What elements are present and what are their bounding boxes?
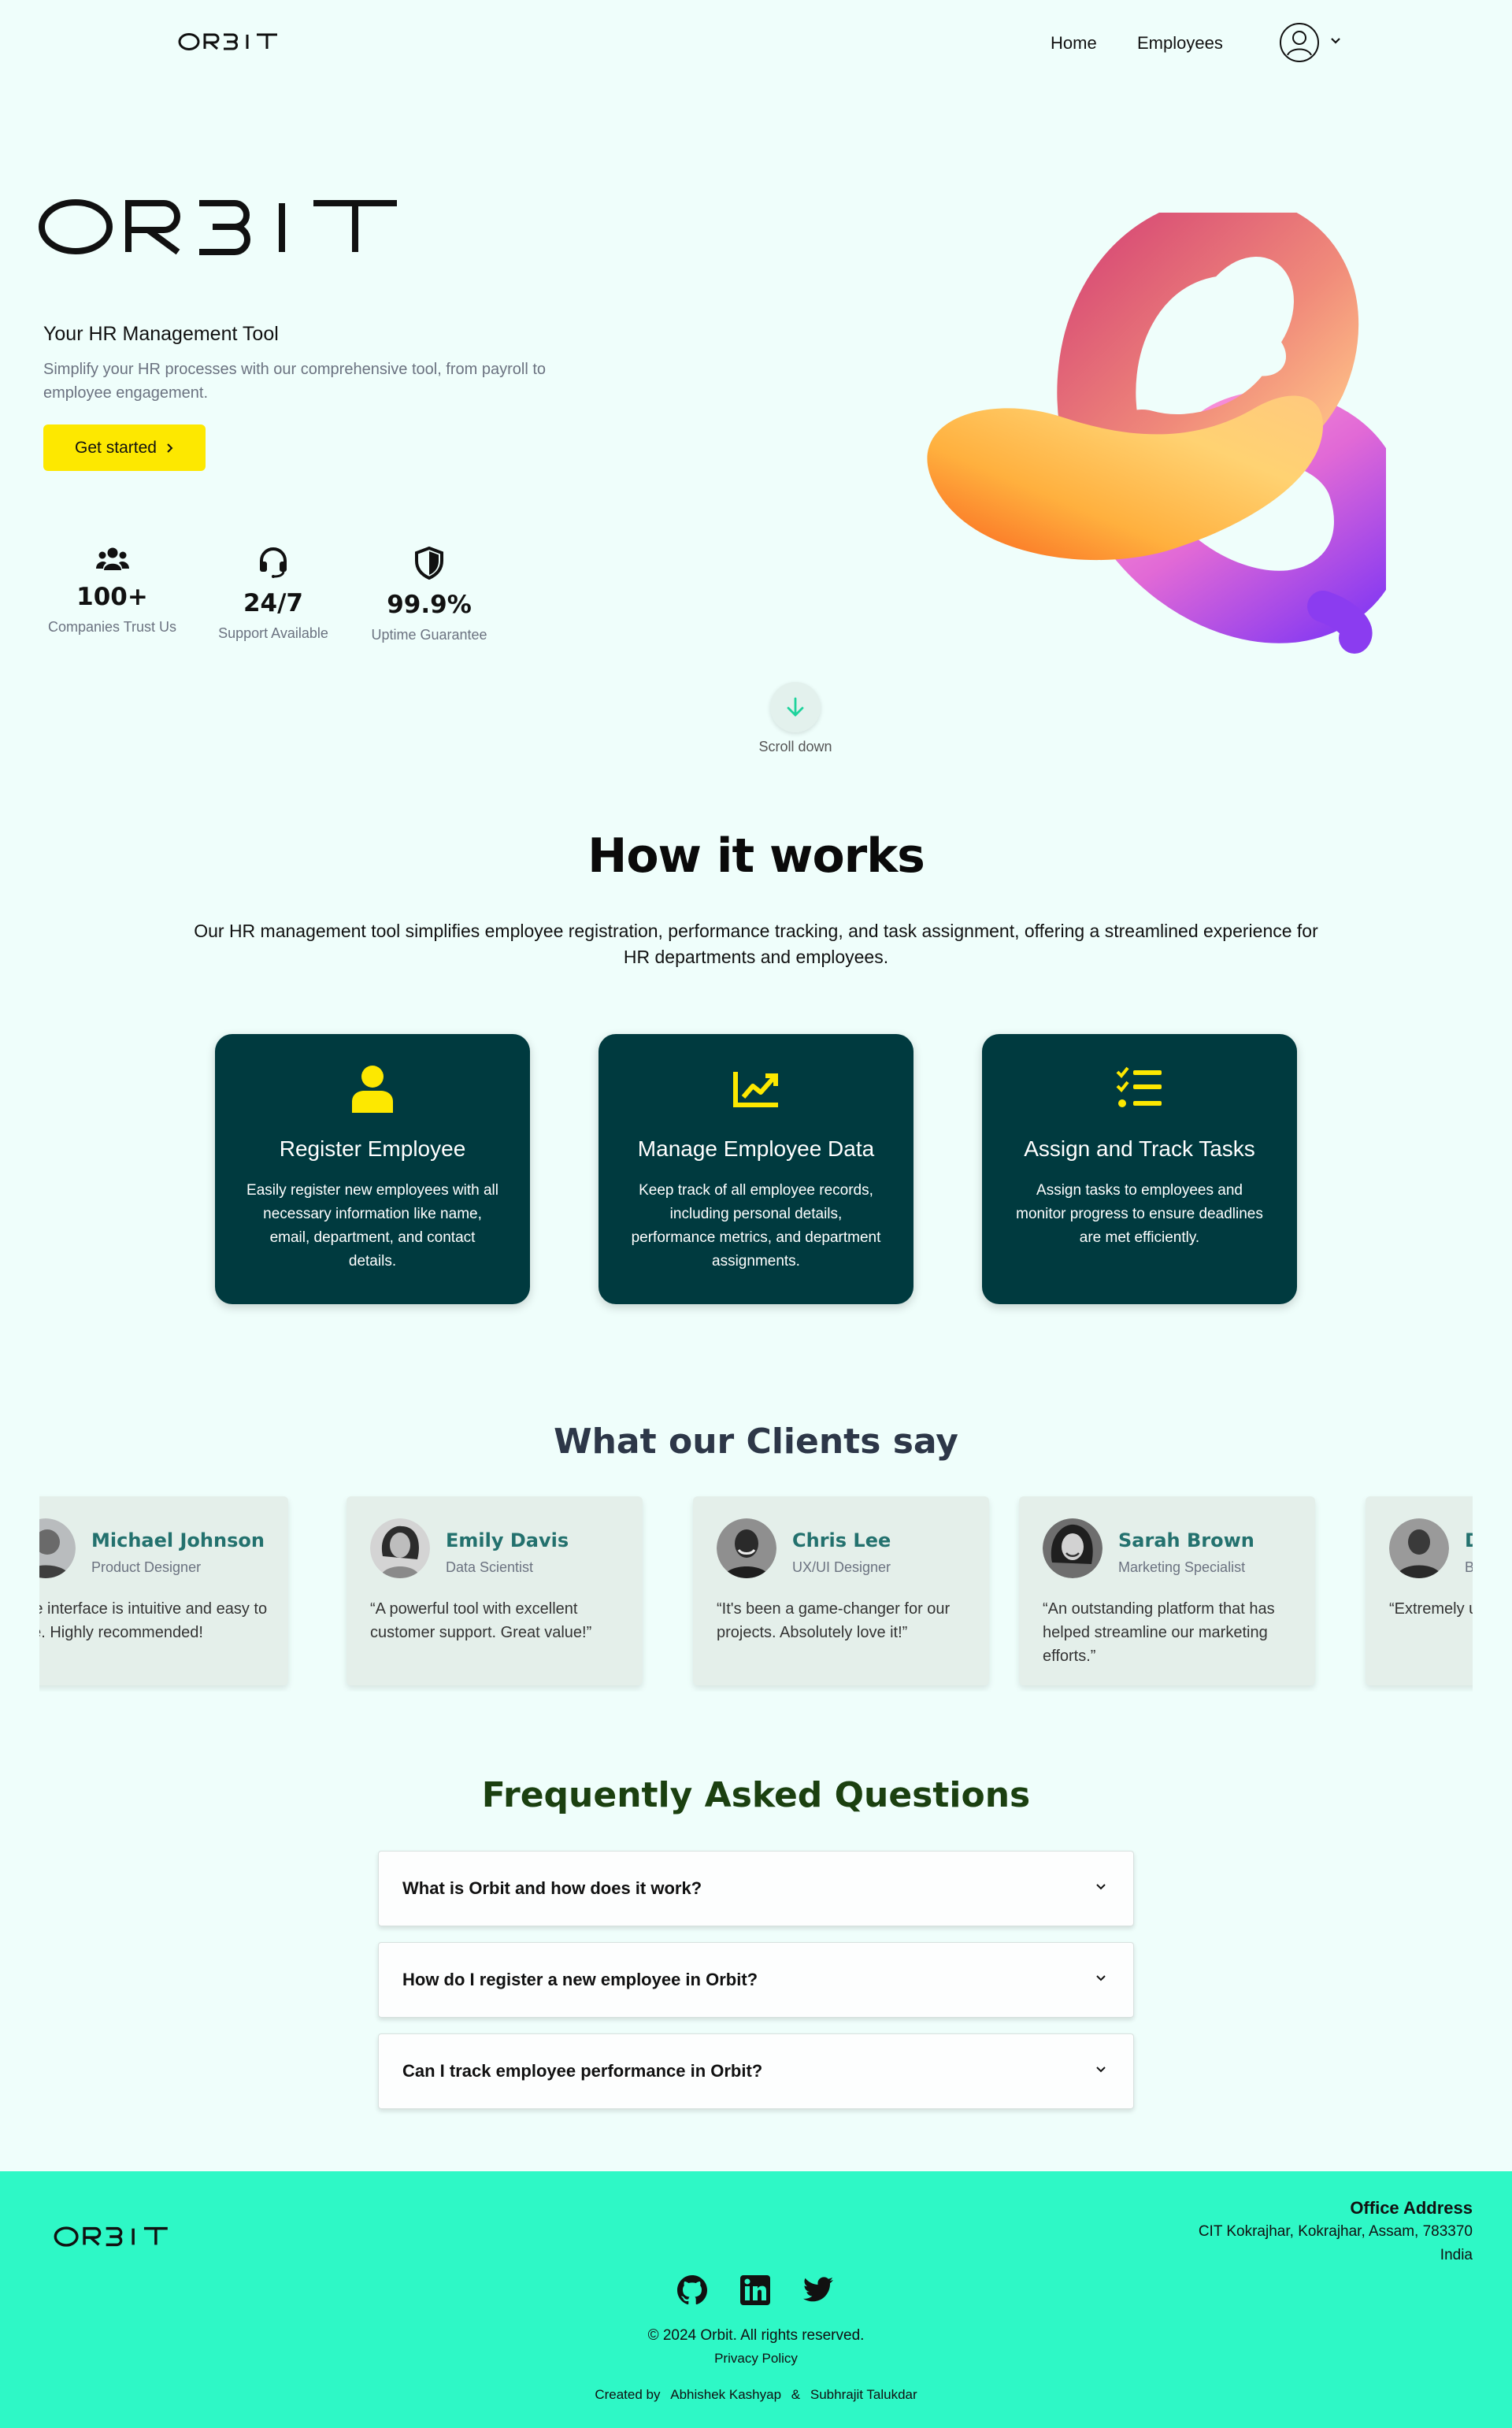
footer-orbit-logo[interactable] <box>54 2225 175 2248</box>
testimonial-card: Chris Lee UX/UI Designer “It's been a ga… <box>693 1496 989 1685</box>
feature-card-title: Register Employee <box>279 1136 466 1161</box>
faq-item[interactable]: Can I track employee performance in Orbi… <box>378 2033 1134 2109</box>
testimonial-role: Product Designer <box>91 1559 202 1575</box>
testimonial-quote: The interface is intuitive and easy to u… <box>39 1600 268 1641</box>
orbit-logo[interactable] <box>178 32 284 52</box>
faq-item[interactable]: What is Orbit and how does it work? <box>378 1851 1134 1926</box>
scroll-down-label: Scroll down <box>758 739 832 754</box>
nav-link-employees[interactable]: Employees <box>1137 33 1223 54</box>
faq-title: Frequently Asked Questions <box>481 1775 1031 1815</box>
task-list-icon <box>1116 1066 1162 1107</box>
testimonial-role: B <box>1465 1559 1473 1575</box>
stat-value: 100+ <box>76 583 148 611</box>
users-icon <box>95 547 129 570</box>
clients-title: What our Clients say <box>554 1422 958 1462</box>
office-address-country: India <box>1440 2247 1473 2263</box>
testimonial-card: Sarah Brown Marketing Specialist “An out… <box>1019 1496 1315 1685</box>
testimonial-card: Michael Johnson Product Designer The int… <box>39 1496 288 1685</box>
avatar <box>39 1518 76 1578</box>
testimonial-name: Emily Davis <box>446 1529 569 1551</box>
feature-card-manage: Manage Employee Data Keep track of all e… <box>598 1034 914 1304</box>
testimonial-name: Michael Johnson <box>91 1529 265 1551</box>
hero-orbit-logo <box>39 199 397 255</box>
chart-line-icon <box>733 1072 778 1107</box>
copyright-text: © 2024 Orbit. All rights reserved. <box>647 2327 865 2344</box>
office-address-line: CIT Kokrajhar, Kokrajhar, Assam, 783370 <box>1198 2223 1473 2240</box>
privacy-policy-link[interactable]: Privacy Policy <box>0 2351 1512 2367</box>
stat-label: Support Available <box>218 625 328 641</box>
testimonial-quote: “An outstanding platform that has helped… <box>1043 1600 1275 1665</box>
hero-3d-knot-illustration <box>927 213 1386 654</box>
avatar <box>370 1518 430 1578</box>
chevron-down-icon <box>1096 2067 1106 2073</box>
user-icon <box>352 1066 393 1113</box>
testimonials-carousel[interactable]: Michael Johnson Product Designer The int… <box>39 1493 1473 1692</box>
author-link[interactable]: Subhrajit Talukdar <box>810 2387 917 2402</box>
github-icon[interactable] <box>676 2274 709 2307</box>
stat-label: Companies Trust Us <box>47 619 177 635</box>
hero-description: Simplify your HR processes with our comp… <box>43 361 547 402</box>
stat-label: Uptime Guarantee <box>371 627 487 643</box>
credits-separator: & <box>791 2387 801 2402</box>
get-started-label: Get started <box>75 438 157 457</box>
twitter-icon[interactable] <box>802 2274 835 2307</box>
feature-card-text: Assign tasks to employees and monitor pr… <box>1016 1182 1263 1246</box>
how-it-works-title: How it works <box>587 828 925 884</box>
stat-value: 24/7 <box>243 589 304 617</box>
hero-subtitle: Your HR Management Tool <box>43 323 279 345</box>
testimonial-name: D <box>1465 1529 1473 1551</box>
testimonial-quote: “A powerful tool with excellent customer… <box>370 1600 592 1641</box>
testimonial-name: Sarah Brown <box>1118 1529 1254 1551</box>
faq-question: What is Orbit and how does it work? <box>402 1878 702 1898</box>
arrow-down-icon <box>787 697 804 717</box>
avatar <box>717 1518 776 1578</box>
nav-link-home[interactable]: Home <box>1051 33 1097 54</box>
user-circle-icon[interactable] <box>1279 22 1320 63</box>
faq-question: How do I register a new employee in Orbi… <box>402 1970 758 1989</box>
feature-card-tasks: Assign and Track Tasks Assign tasks to e… <box>982 1034 1297 1304</box>
linkedin-icon[interactable] <box>739 2274 772 2307</box>
feature-card-text: Keep track of all employee records, incl… <box>631 1182 881 1270</box>
testimonial-quote: “Extremely use. It has we work.” <box>1389 1600 1473 1618</box>
credits: Created by Abhishek Kashyap & Subhrajit … <box>0 2387 1512 2403</box>
feature-card-register: Register Employee Easily register new em… <box>215 1034 530 1304</box>
credits-prefix: Created by <box>595 2387 661 2402</box>
stat-uptime: 99.9% Uptime Guarantee <box>365 547 494 643</box>
shield-icon <box>415 547 443 580</box>
stat-companies: 100+ Companies Trust Us <box>43 547 181 636</box>
scroll-down-button[interactable] <box>770 682 821 732</box>
chevron-down-icon <box>1096 1884 1106 1890</box>
get-started-button[interactable]: Get started <box>43 424 206 471</box>
avatar <box>1389 1518 1449 1578</box>
feature-card-text: Easily register new employees with all n… <box>246 1182 498 1270</box>
testimonial-name: Chris Lee <box>792 1529 891 1551</box>
stat-value: 99.9% <box>387 591 472 619</box>
testimonial-card: D B “Extremely use. It has we work.” <box>1366 1496 1473 1685</box>
footer: Office Address CIT Kokrajhar, Kokrajhar,… <box>0 2171 1512 2428</box>
faq-question: Can I track employee performance in Orbi… <box>402 2061 763 2081</box>
how-it-works-description: Our HR management tool simplifies employ… <box>194 921 1318 967</box>
chevron-right-icon <box>167 443 173 453</box>
chevron-down-icon[interactable] <box>1329 36 1342 46</box>
author-link[interactable]: Abhishek Kashyap <box>670 2387 781 2402</box>
testimonial-role: Data Scientist <box>446 1559 534 1575</box>
avatar <box>1043 1518 1102 1578</box>
chevron-down-icon <box>1096 1975 1106 1981</box>
headset-icon <box>260 547 287 578</box>
testimonial-role: UX/UI Designer <box>792 1559 891 1575</box>
faq-item[interactable]: How do I register a new employee in Orbi… <box>378 1942 1134 2018</box>
stat-support: 24/7 Support Available <box>211 547 335 642</box>
testimonial-role: Marketing Specialist <box>1118 1559 1246 1575</box>
office-address-title: Office Address <box>1350 2198 1473 2218</box>
testimonial-quote: “It's been a game-changer for our projec… <box>717 1600 951 1641</box>
testimonial-card: Emily Davis Data Scientist “A powerful t… <box>346 1496 643 1685</box>
feature-card-title: Assign and Track Tasks <box>1024 1136 1255 1161</box>
top-nav: Home Employees <box>0 0 1512 87</box>
feature-card-title: Manage Employee Data <box>637 1136 875 1161</box>
